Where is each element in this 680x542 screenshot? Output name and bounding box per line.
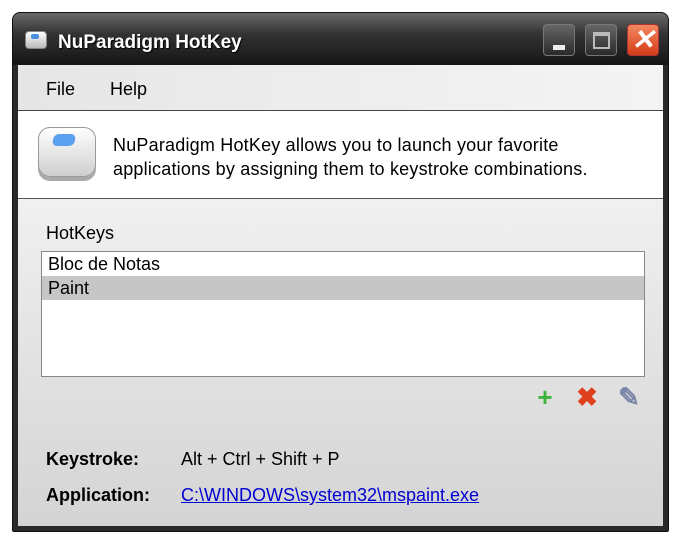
title-bar[interactable]: NuParadigm HotKey ✕ — [13, 13, 668, 65]
description-line: applications by assigning them to keystr… — [113, 159, 588, 179]
minimize-button[interactable] — [543, 24, 575, 56]
keyboard-key-icon — [25, 31, 47, 49]
window-title: NuParadigm HotKey — [58, 32, 242, 53]
keystroke-label: Keystroke: — [46, 449, 140, 469]
app-window: NuParadigm HotKey ✕ File Help NuParadigm… — [12, 12, 669, 532]
main-panel: HotKeys Bloc de Notas Paint + ✖ ✎ Keystr… — [18, 199, 663, 526]
list-item[interactable]: Paint — [42, 276, 644, 300]
description-panel: NuParadigm HotKey allows you to launch y… — [18, 111, 663, 199]
application-label: Application: — [46, 485, 150, 505]
list-item[interactable]: Bloc de Notas — [42, 252, 644, 276]
menu-help[interactable]: Help — [110, 79, 147, 100]
close-button[interactable]: ✕ — [627, 24, 659, 56]
menu-bar: File Help — [18, 65, 663, 111]
menu-file[interactable]: File — [46, 79, 75, 100]
description-line: NuParadigm HotKey allows you to launch y… — [113, 135, 559, 155]
edit-icon[interactable]: ✎ — [615, 383, 643, 411]
add-icon[interactable]: + — [531, 383, 559, 411]
hotkeys-label: HotKeys — [46, 223, 115, 243]
keystroke-value: Alt + Ctrl + Shift + P — [181, 449, 340, 469]
maximize-icon — [593, 32, 610, 49]
hotkeys-list[interactable]: Bloc de Notas Paint — [41, 251, 645, 377]
minimize-icon — [553, 45, 565, 50]
description-text: NuParadigm HotKey allows you to launch y… — [113, 133, 588, 181]
keyboard-key-icon — [38, 127, 96, 177]
delete-icon[interactable]: ✖ — [573, 383, 601, 411]
application-path-link[interactable]: C:\WINDOWS\system32\mspaint.exe — [181, 485, 479, 506]
close-icon: ✕ — [631, 24, 655, 55]
maximize-button[interactable] — [585, 24, 617, 56]
